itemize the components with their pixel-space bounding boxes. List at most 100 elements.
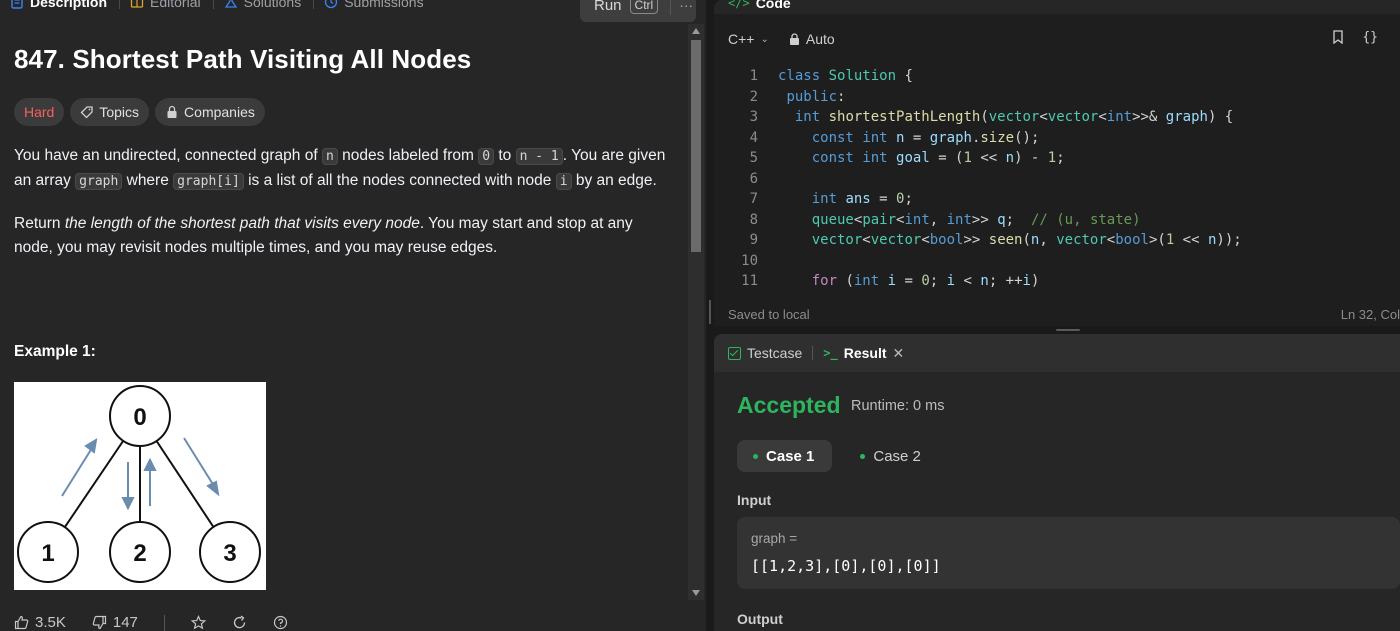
inline-code: i <box>555 173 572 190</box>
line-number: 7 <box>749 191 758 208</box>
dislike-count: 147 <box>112 614 138 631</box>
description-paragraph-1: You have an undirected, connected graph … <box>14 144 674 194</box>
desc-text: You have an undirected, connected graph … <box>14 147 322 164</box>
help-icon[interactable] <box>273 615 288 630</box>
code-line: 5 const int goal = (1 << n) - 1; <box>714 148 1400 169</box>
dislike-button[interactable]: 147 <box>92 614 138 631</box>
input-label: Input <box>737 492 772 508</box>
code-line: 7 int ans = 0; <box>714 189 1400 210</box>
tab-solutions[interactable]: Solutions <box>214 0 314 13</box>
status-dot-icon <box>860 453 866 459</box>
problem-description: You have an undirected, connected graph … <box>14 144 674 278</box>
share-icon[interactable] <box>232 615 247 630</box>
inline-code: 0 <box>478 148 495 165</box>
scroll-down-icon[interactable] <box>692 590 700 596</box>
line-number: 5 <box>749 150 758 167</box>
case-tab-2[interactable]: Case 2 <box>844 440 939 472</box>
input-box: graph = [[1,2,3],[0],[0],[0]] <box>737 517 1400 589</box>
tab-description[interactable]: Description <box>0 0 119 13</box>
input-key: graph = <box>751 531 798 546</box>
language-select[interactable]: C++ ⌄ <box>728 31 769 47</box>
output-label: Output <box>737 611 783 627</box>
star-icon[interactable] <box>190 615 206 630</box>
graph-node-2: 2 <box>109 521 171 583</box>
svg-text:3: 3 <box>223 540 236 567</box>
line-number: 6 <box>749 170 758 187</box>
chevron-down-icon: ⌄ <box>760 33 769 45</box>
bookmark-icon[interactable] <box>1332 30 1344 44</box>
description-scrollbar[interactable] <box>688 24 704 600</box>
difficulty-badge: Hard <box>14 98 65 126</box>
vertical-splitter[interactable] <box>706 0 714 631</box>
code-line: 4 const int n = graph.size(); <box>714 128 1400 149</box>
lock-icon <box>167 105 177 118</box>
case-tab-label: Case 1 <box>766 447 815 465</box>
line-number: 9 <box>749 232 758 249</box>
tab-editorial[interactable]: Editorial <box>120 0 213 13</box>
run-button[interactable]: Run Ctrl ··· <box>580 0 696 22</box>
run-shortcut-key: Ctrl <box>629 0 659 14</box>
code-line: 3 int shortestPathLength(vector<vector<i… <box>714 107 1400 128</box>
inline-code: n - 1 <box>515 148 563 165</box>
problem-title: 847. Shortest Path Visiting All Nodes <box>14 44 472 74</box>
svg-text:2: 2 <box>133 540 146 567</box>
thumbs-up-icon <box>14 615 29 630</box>
autosave-label: Auto <box>805 31 835 47</box>
close-icon[interactable]: ✕ <box>893 345 905 362</box>
scrollbar-thumb[interactable] <box>691 40 701 252</box>
example-graph-image: 0 1 2 3 <box>14 382 266 590</box>
desc-text: is a list of all the nodes connected wit… <box>243 172 556 189</box>
companies-tag[interactable]: Companies <box>155 98 265 126</box>
run-button-label: Run <box>594 0 622 14</box>
checkbox-icon <box>728 346 741 360</box>
result-panel: Testcase >_ Result ✕ Accepted Runtime: 0… <box>714 334 1400 631</box>
footer-divider <box>163 614 165 631</box>
cursor-position: Ln 32, Col <box>1340 307 1400 322</box>
autosave-mode[interactable]: Auto <box>789 31 835 47</box>
code-lines[interactable]: 1 class Solution { 2 public: 3 int shorte… <box>714 66 1400 292</box>
saved-status: Saved to local <box>728 306 810 322</box>
status-dot-icon <box>753 453 758 459</box>
like-button[interactable]: 3.5K <box>14 614 66 631</box>
desc-text: Return <box>14 215 65 232</box>
horizontal-splitter-grip[interactable] <box>1056 329 1080 331</box>
code-panel-header: </> Code <box>714 0 1400 14</box>
code-toolbar-actions: {} <box>1332 30 1378 45</box>
topics-tag[interactable]: Topics <box>70 98 150 126</box>
line-number: 2 <box>749 88 758 105</box>
code-line: 8 queue<pair<int, int>> q; // (u, state) <box>714 210 1400 231</box>
inline-code: n <box>321 148 338 165</box>
code-line: 9 vector<vector<bool>> seen(n, vector<bo… <box>714 230 1400 251</box>
tab-testcase[interactable]: Testcase <box>728 345 802 361</box>
runtime-text: Runtime: 0 ms <box>851 398 945 414</box>
document-icon <box>11 0 23 9</box>
tab-result-label: Result <box>843 345 887 361</box>
line-number: 10 <box>741 252 758 269</box>
description-paragraph-2: Return the length of the shortest path t… <box>14 212 674 260</box>
more-options-icon[interactable]: ··· <box>679 0 693 13</box>
case-tab-1[interactable]: Case 1 <box>737 440 833 472</box>
format-code-icon[interactable]: {} <box>1362 30 1378 45</box>
result-tab-bar: Testcase >_ Result ✕ <box>714 334 1400 372</box>
tab-divider <box>812 346 814 360</box>
topics-tag-label: Topics <box>99 104 140 120</box>
code-line: 6 <box>714 169 1400 190</box>
line-number: 3 <box>749 109 758 126</box>
graph-node-3: 3 <box>199 521 261 583</box>
tab-editorial-label: Editorial <box>150 0 201 10</box>
case-tab-label: Case 2 <box>873 447 921 465</box>
graph-node-1: 1 <box>17 521 79 583</box>
code-line: 10 <box>714 251 1400 272</box>
problem-panel: Description Editorial Solutions Submissi… <box>0 0 706 631</box>
inline-code: graph[i] <box>173 173 244 190</box>
case-tabs: Case 1 Case 2 <box>737 440 939 472</box>
desc-text: by an edge. <box>571 172 657 189</box>
scroll-up-icon[interactable] <box>692 28 700 34</box>
example-title: Example 1: <box>14 343 96 360</box>
tab-result[interactable]: >_ Result ✕ <box>823 345 904 362</box>
splitter-grip[interactable] <box>709 300 711 324</box>
tab-submissions[interactable]: Submissions <box>314 0 435 13</box>
desc-text: where <box>122 172 174 189</box>
line-number: 8 <box>749 211 758 228</box>
code-editor-panel: </> Code C++ ⌄ Auto {} 1 class Solution {… <box>714 0 1400 326</box>
